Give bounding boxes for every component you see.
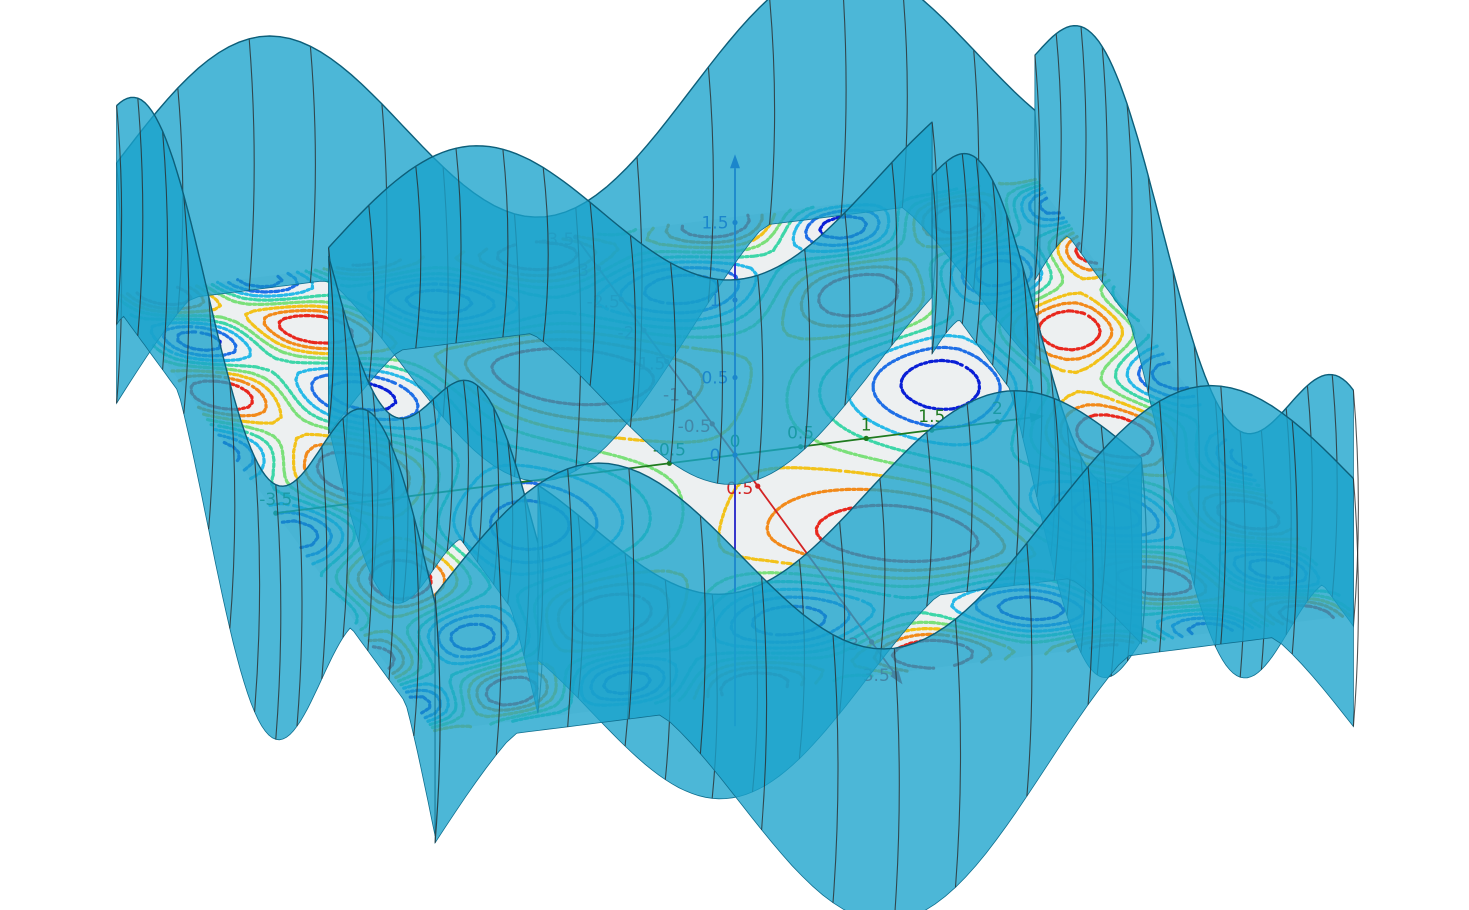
y-axis-tick	[863, 435, 869, 441]
y-axis-tick-label: 1	[861, 415, 872, 435]
x-axis-tick	[755, 483, 761, 489]
3d-graphics-view[interactable]: -3.5-3-2.5-2-1.5-1-0.50.533.5-3.5-0.500.…	[0, 0, 1469, 910]
